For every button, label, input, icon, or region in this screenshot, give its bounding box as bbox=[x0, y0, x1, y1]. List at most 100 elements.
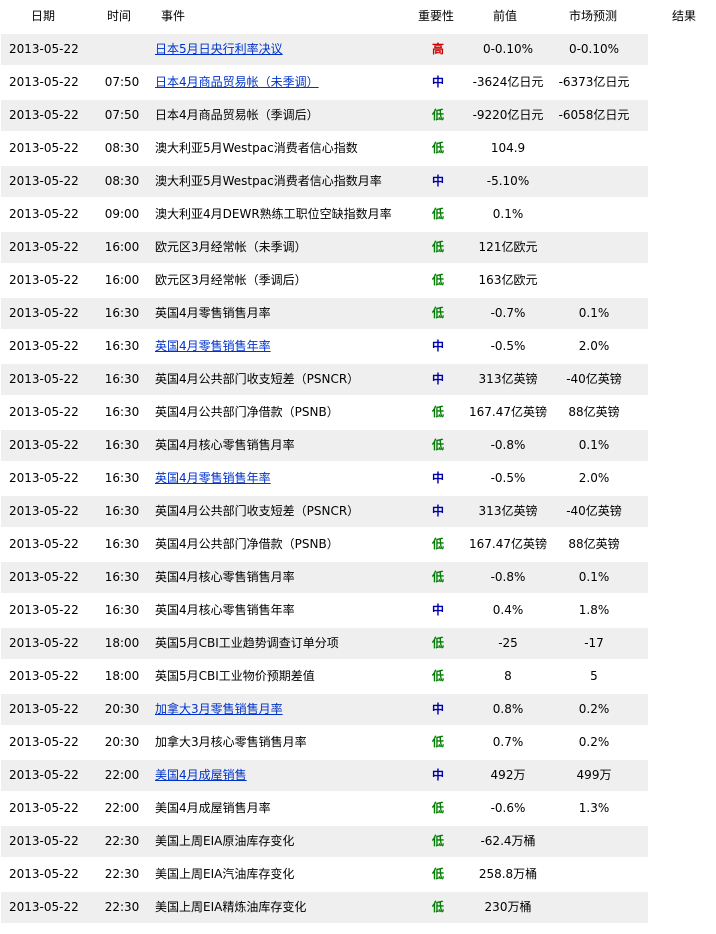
importance-badge: 低 bbox=[431, 405, 444, 419]
event-link[interactable]: 美国4月成屋销售 bbox=[155, 759, 247, 792]
cell-forecast: 499万 bbox=[576, 768, 612, 782]
header-date: 日期 bbox=[31, 9, 56, 23]
cell-time: 22:30 bbox=[104, 867, 140, 881]
importance-badge: 中 bbox=[431, 768, 444, 782]
cell-time: 16:30 bbox=[104, 306, 140, 320]
cell-time: 22:30 bbox=[104, 834, 140, 848]
cell-previous: -62.4万桶 bbox=[480, 834, 536, 848]
cell-previous: -0.5% bbox=[490, 471, 526, 485]
cell-previous: -9220亿日元 bbox=[472, 108, 544, 122]
cell-time: 16:00 bbox=[104, 240, 140, 254]
cell-forecast: -6058亿日元 bbox=[558, 108, 630, 122]
cell-time: 16:30 bbox=[104, 504, 140, 518]
cell-time: 22:00 bbox=[104, 801, 140, 815]
cell-previous: 167.47亿英镑 bbox=[469, 537, 547, 551]
cell-date: 2013-05-22 bbox=[9, 471, 79, 485]
table-row: 2013-05-22 16:00 欧元区3月经常帐（季调后） 低 163亿欧元 bbox=[0, 264, 716, 297]
importance-badge: 低 bbox=[431, 438, 444, 452]
cell-forecast bbox=[555, 825, 633, 858]
cell-time: 16:30 bbox=[104, 603, 140, 617]
cell-date: 2013-05-22 bbox=[9, 207, 79, 221]
importance-badge: 低 bbox=[431, 735, 444, 749]
importance-badge: 低 bbox=[431, 537, 444, 551]
cell-forecast: -6373亿日元 bbox=[558, 75, 630, 89]
cell-event: 欧元区3月经常帐（季调后） bbox=[155, 273, 307, 287]
cell-time: 07:50 bbox=[104, 75, 140, 89]
importance-badge: 低 bbox=[431, 801, 444, 815]
table-row: 2013-05-22 16:30 英国4月公共部门收支短差（PSNCR） 中 313亿英… bbox=[0, 363, 716, 396]
cell-time: 07:50 bbox=[104, 108, 140, 122]
cell-forecast bbox=[555, 198, 633, 231]
cell-forecast: -17 bbox=[584, 636, 604, 650]
table-row: 2013-05-22 22:00 美国4月成屋销售月率 低 -0.6% 1.3% bbox=[0, 792, 716, 825]
cell-date: 2013-05-22 bbox=[9, 108, 79, 122]
importance-badge: 中 bbox=[431, 504, 444, 518]
cell-time: 22:30 bbox=[104, 900, 140, 914]
cell-forecast bbox=[555, 264, 633, 297]
table-header: 日期 时间 事件 重要性 前值 市场预测 结果 bbox=[0, 0, 716, 33]
cell-forecast: 5 bbox=[590, 669, 598, 683]
event-link[interactable]: 日本5月日央行利率决议 bbox=[155, 33, 283, 66]
table-row: 2013-05-22 16:30 英国4月公共部门收支短差（PSNCR） 中 313亿英… bbox=[0, 495, 716, 528]
header-previous: 前值 bbox=[493, 9, 518, 23]
cell-event: 美国上周EIA原油库存变化 bbox=[155, 834, 295, 848]
cell-previous: -0.8% bbox=[490, 438, 526, 452]
cell-date: 2013-05-22 bbox=[9, 570, 79, 584]
cell-date: 2013-05-22 bbox=[9, 372, 79, 386]
importance-badge: 低 bbox=[431, 240, 444, 254]
cell-event: 英国4月公共部门净借款（PSNB） bbox=[155, 405, 339, 419]
table-row: 2013-05-22 07:50 日本4月商品贸易帐（未季调） 中 -3624亿日元 -6… bbox=[0, 66, 716, 99]
cell-date: 2013-05-22 bbox=[9, 867, 79, 881]
cell-date: 2013-05-22 bbox=[9, 405, 79, 419]
header-forecast: 市场预测 bbox=[569, 9, 618, 23]
cell-previous: 313亿英镑 bbox=[478, 372, 538, 386]
table-row: 2013-05-22 22:30 美国上周EIA原油库存变化 低 -62.4万桶 bbox=[0, 825, 716, 858]
cell-event: 英国4月公共部门收支短差（PSNCR） bbox=[155, 372, 360, 386]
cell-previous: 0.8% bbox=[492, 702, 524, 716]
cell-forecast bbox=[555, 132, 633, 165]
cell-forecast: -40亿英镑 bbox=[566, 372, 622, 386]
cell-date: 2013-05-22 bbox=[9, 240, 79, 254]
cell-date: 2013-05-22 bbox=[9, 537, 79, 551]
table-row: 2013-05-22 09:00 澳大利亚4月DEWR熟练工职位空缺指数月率 低 0.1… bbox=[0, 198, 716, 231]
cell-date: 2013-05-22 bbox=[9, 768, 79, 782]
header-time: 时间 bbox=[107, 9, 132, 23]
cell-event: 美国上周EIA汽油库存变化 bbox=[155, 867, 295, 881]
table-row: 2013-05-22 22:00 美国4月成屋销售 中 492万 499万 bbox=[0, 759, 716, 792]
cell-event: 加拿大3月核心零售销售月率 bbox=[155, 735, 307, 749]
cell-time: 08:30 bbox=[104, 174, 140, 188]
event-link[interactable]: 日本4月商品贸易帐（未季调） bbox=[155, 66, 319, 99]
cell-event: 英国4月核心零售销售月率 bbox=[155, 438, 295, 452]
cell-date: 2013-05-22 bbox=[9, 141, 79, 155]
table-row: 2013-05-22 16:30 英国4月零售销售年率 中 -0.5% 2.0% bbox=[0, 330, 716, 363]
cell-event: 英国4月核心零售销售月率 bbox=[155, 570, 295, 584]
cell-event: 英国4月公共部门净借款（PSNB） bbox=[155, 537, 339, 551]
cell-time: 20:30 bbox=[104, 702, 140, 716]
cell-date: 2013-05-22 bbox=[9, 603, 79, 617]
table-row: 2013-05-22 18:00 英国5月CBI工业趋势调查订单分项 低 -25 -17 bbox=[0, 627, 716, 660]
importance-badge: 低 bbox=[431, 636, 444, 650]
cell-event: 英国5月CBI工业物价预期差值 bbox=[155, 669, 315, 683]
importance-badge: 低 bbox=[431, 141, 444, 155]
cell-forecast bbox=[555, 165, 633, 198]
importance-badge: 中 bbox=[431, 75, 444, 89]
cell-forecast: 88亿英镑 bbox=[568, 537, 620, 551]
table-row: 2013-05-22 16:30 英国4月核心零售销售月率 低 -0.8% 0.1% bbox=[0, 429, 716, 462]
importance-badge: 低 bbox=[431, 306, 444, 320]
importance-badge: 中 bbox=[431, 339, 444, 353]
cell-time: 22:00 bbox=[104, 768, 140, 782]
event-link[interactable]: 加拿大3月零售销售月率 bbox=[155, 693, 283, 726]
cell-event: 澳大利亚5月Westpac消费者信心指数月率 bbox=[155, 174, 382, 188]
cell-previous: -0.7% bbox=[490, 306, 526, 320]
cell-date: 2013-05-22 bbox=[9, 900, 79, 914]
cell-time: 16:30 bbox=[104, 339, 140, 353]
event-link[interactable]: 英国4月零售销售年率 bbox=[155, 462, 271, 495]
event-link[interactable]: 英国4月零售销售年率 bbox=[155, 330, 271, 363]
importance-badge: 中 bbox=[431, 603, 444, 617]
cell-previous: -0.8% bbox=[490, 570, 526, 584]
table-row: 2013-05-22 16:30 英国4月核心零售销售月率 低 -0.8% 0.1% bbox=[0, 561, 716, 594]
cell-previous: -5.10% bbox=[486, 174, 530, 188]
table-row: 2013-05-22 16:30 英国4月零售销售年率 中 -0.5% 2.0% bbox=[0, 462, 716, 495]
importance-badge: 中 bbox=[431, 471, 444, 485]
cell-time: 16:30 bbox=[104, 405, 140, 419]
